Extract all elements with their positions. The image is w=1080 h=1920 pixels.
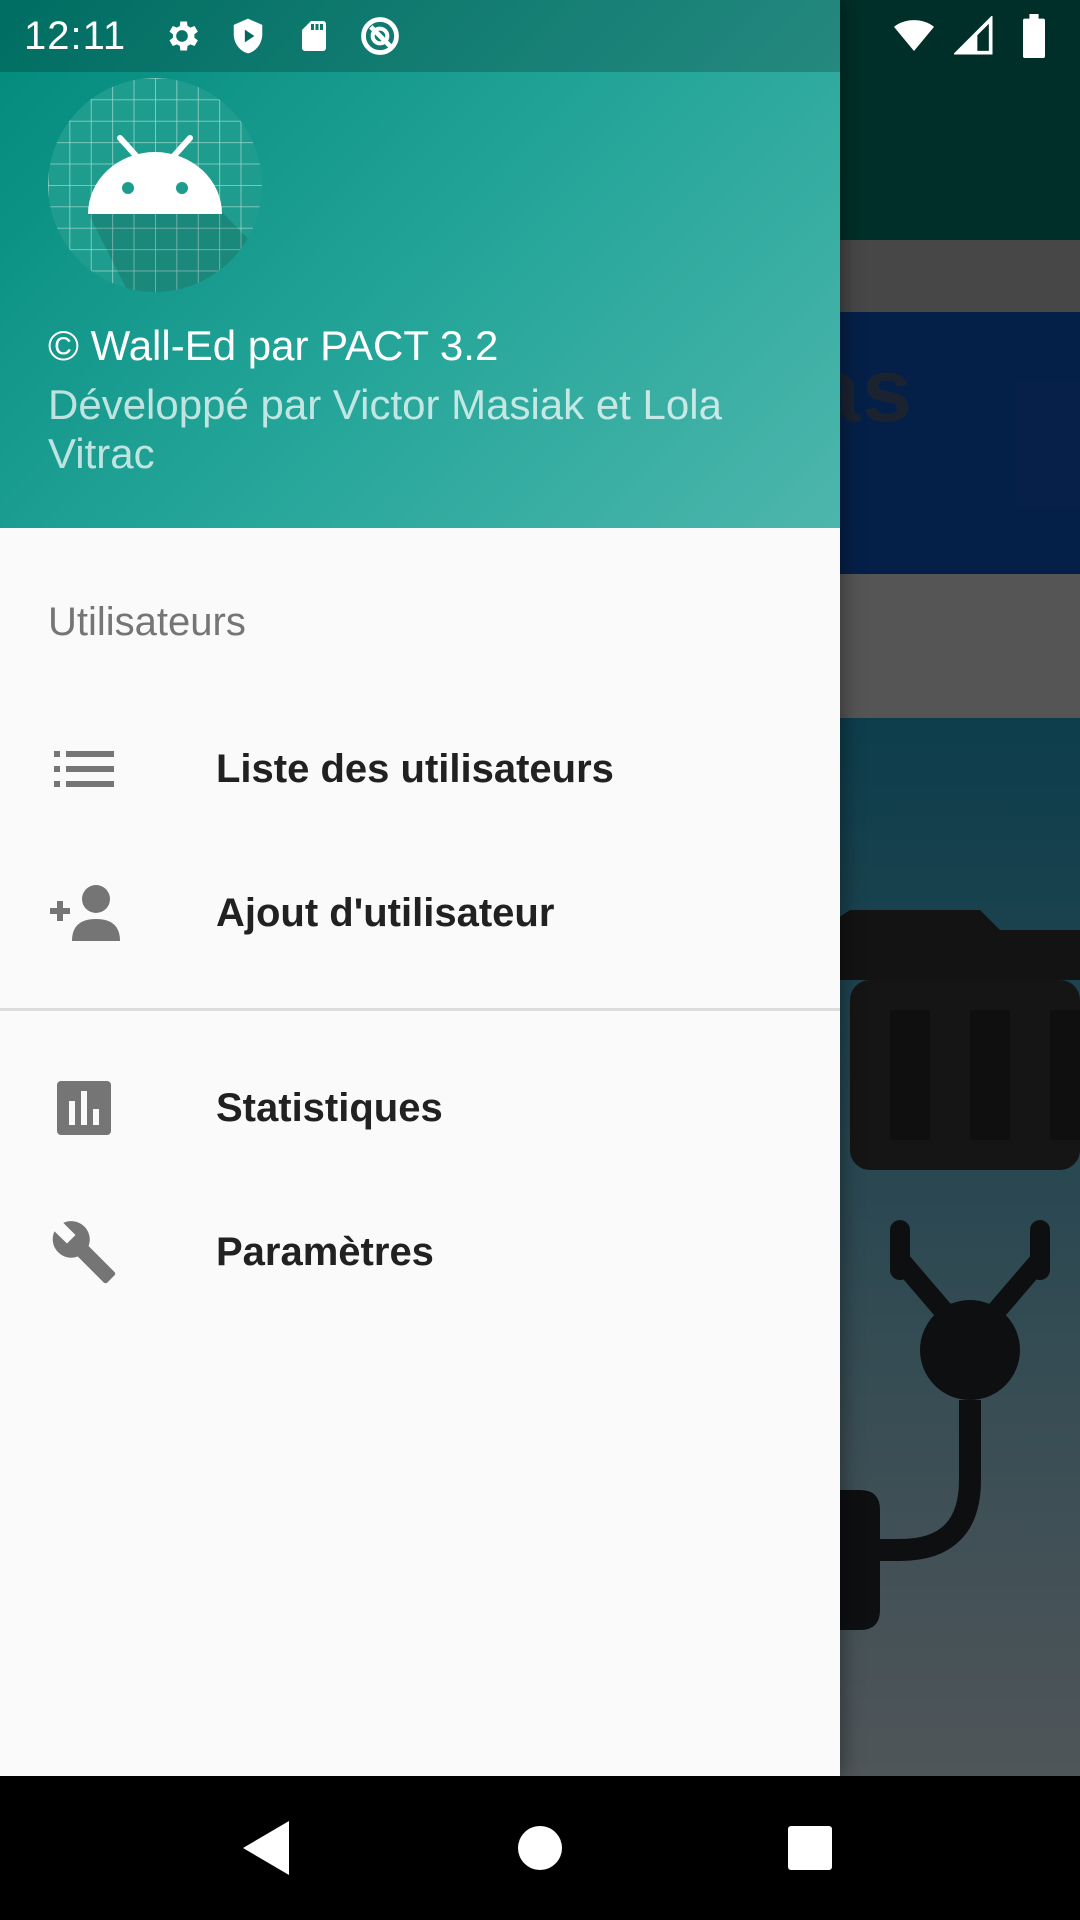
back-icon[interactable] bbox=[226, 1806, 310, 1890]
wifi-icon bbox=[892, 14, 936, 58]
menu-item-label: Statistiques bbox=[216, 1085, 443, 1130]
drawer-header-title: © Wall-Ed par PACT 3.2 bbox=[48, 322, 499, 369]
drawer-divider bbox=[0, 1008, 840, 1011]
section-label-users: Utilisateurs bbox=[48, 600, 246, 644]
drawer-header: © Wall-Ed par PACT 3.2 Développé par Vic… bbox=[0, 0, 840, 528]
drawer-header-subtitle: Développé par Victor Masiak et Lola Vitr… bbox=[48, 381, 722, 477]
person-add-icon bbox=[48, 882, 120, 944]
do-not-disturb-icon bbox=[358, 14, 402, 58]
shield-icon bbox=[226, 14, 270, 58]
system-navigation-bar bbox=[0, 1776, 1080, 1920]
menu-item-user-list[interactable]: Liste des utilisateurs bbox=[0, 697, 840, 841]
recents-icon[interactable] bbox=[768, 1806, 852, 1890]
android-icon bbox=[48, 78, 262, 292]
sd-card-icon bbox=[292, 14, 336, 58]
battery-icon bbox=[1012, 14, 1056, 58]
gear-icon bbox=[160, 14, 204, 58]
navigation-drawer: © Wall-Ed par PACT 3.2 Développé par Vic… bbox=[0, 0, 840, 1776]
wrench-icon bbox=[48, 1221, 120, 1284]
menu-item-settings[interactable]: Paramètres bbox=[0, 1180, 840, 1324]
list-icon bbox=[48, 738, 120, 800]
menu-item-add-user[interactable]: Ajout d'utilisateur bbox=[0, 841, 840, 985]
menu-item-label: Paramètres bbox=[216, 1229, 434, 1274]
menu-item-label: Liste des utilisateurs bbox=[216, 746, 614, 791]
menu-item-label: Ajout d'utilisateur bbox=[216, 890, 555, 935]
status-bar: 12:11 bbox=[0, 0, 1080, 72]
cell-signal-icon bbox=[952, 14, 996, 58]
status-time: 12:11 bbox=[24, 13, 127, 58]
home-icon[interactable] bbox=[498, 1806, 582, 1890]
bar-chart-icon bbox=[48, 1077, 120, 1139]
menu-item-statistics[interactable]: Statistiques bbox=[0, 1036, 840, 1180]
